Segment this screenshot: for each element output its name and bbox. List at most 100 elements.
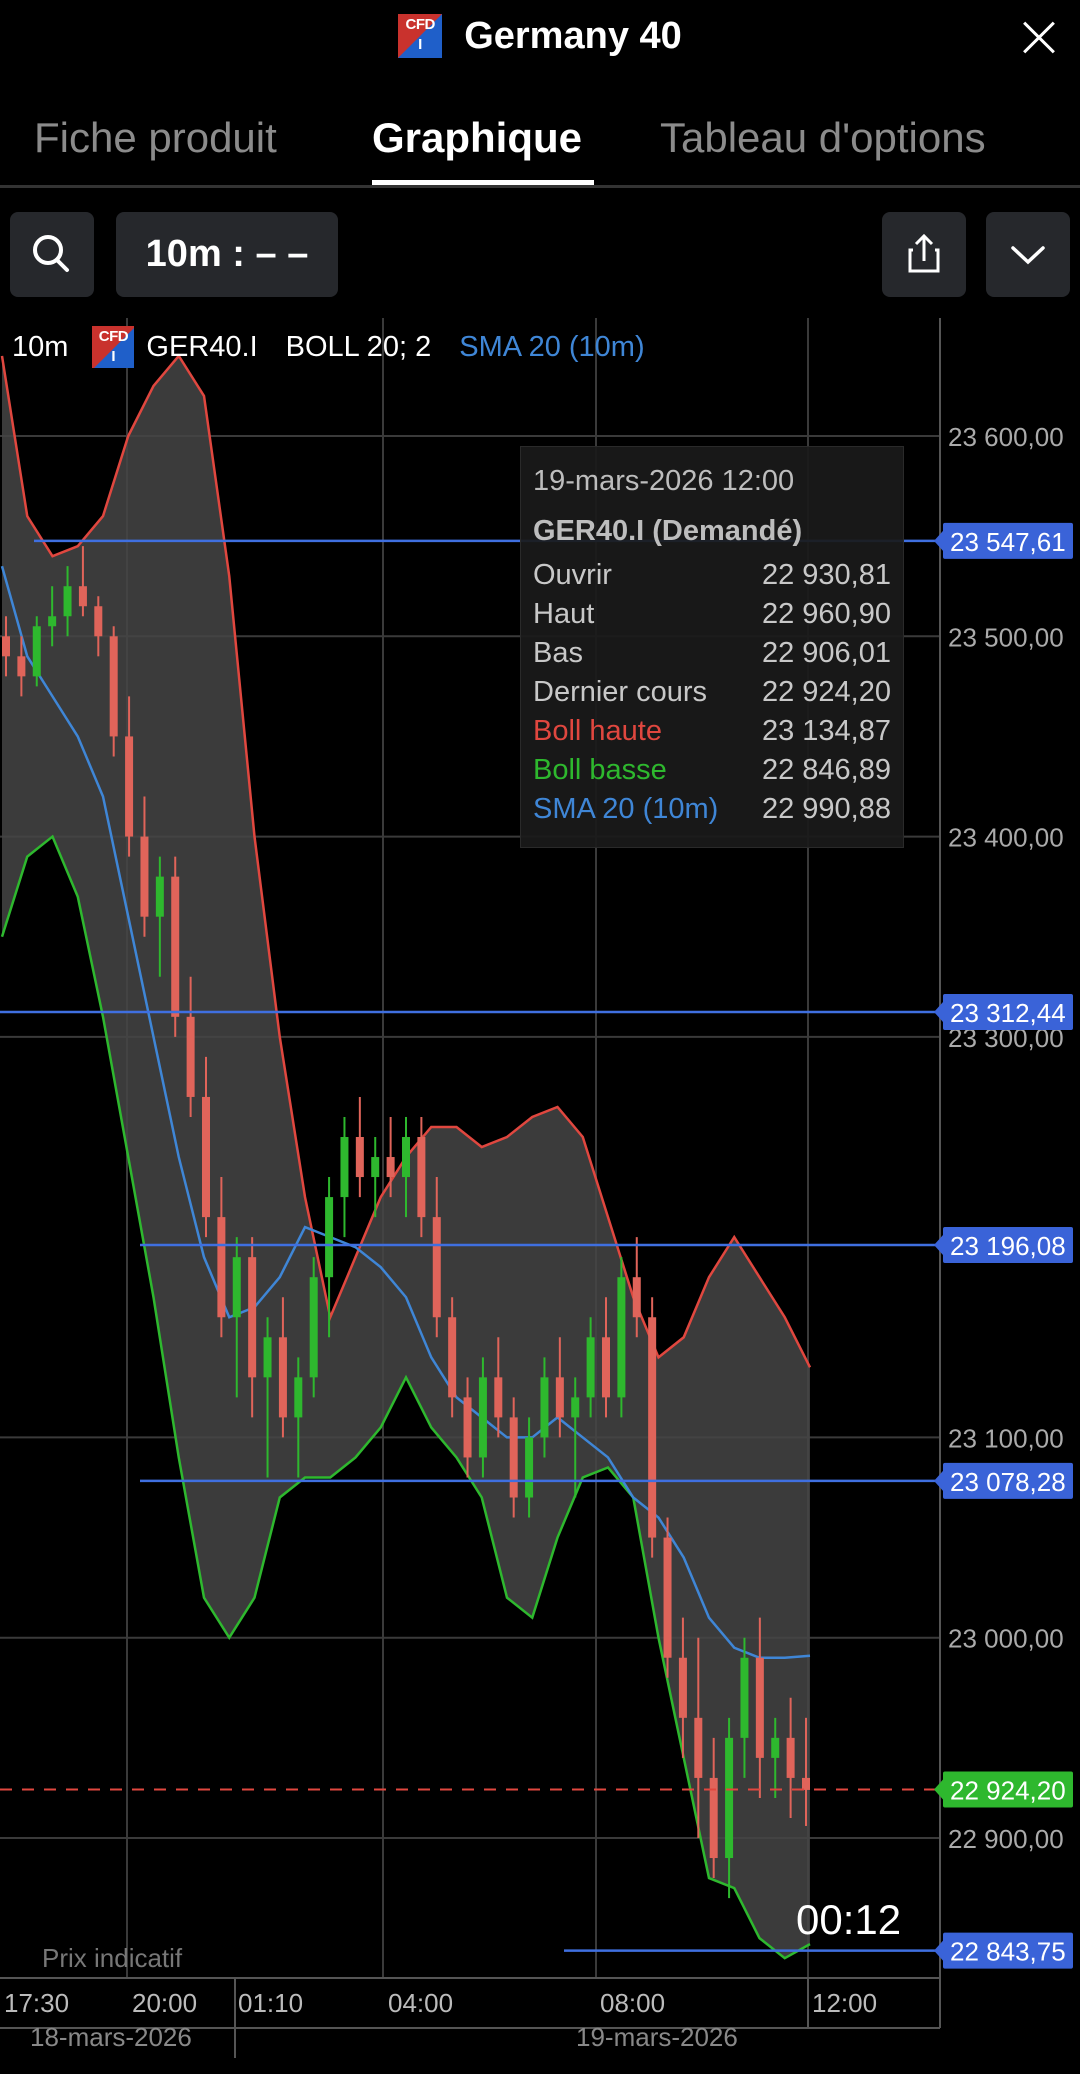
tooltip-row: Dernier cours 22 924,20 <box>533 676 891 708</box>
tooltip-row: Boll haute 23 134,87 <box>533 715 891 747</box>
cfd-logo-icon: CFD I <box>92 326 135 368</box>
time-axis-tick-label: 20:00 <box>132 1988 197 2018</box>
time-axis-tick-label: 17:30 <box>4 1988 69 2018</box>
share-button[interactable] <box>882 212 966 297</box>
level-tag-arrow <box>934 1001 943 1022</box>
candle-body <box>140 836 149 917</box>
time-axis-tick-label: 04:00 <box>388 1988 453 2018</box>
price-axis-tick-label: 22 900,00 <box>948 1824 1064 1854</box>
expand-button[interactable] <box>986 212 1070 297</box>
candle-body <box>463 1397 472 1458</box>
candle-body <box>555 1377 564 1418</box>
share-icon <box>908 233 940 273</box>
candle-body <box>202 1096 210 1218</box>
candle-body <box>678 1657 687 1718</box>
price-axis-tick-label: 23 500,00 <box>948 622 1064 652</box>
candle-body <box>278 1337 287 1418</box>
tab-fiche-produit[interactable]: Fiche produit <box>34 114 277 162</box>
level-price-label: 23 312,44 <box>950 998 1066 1028</box>
price-axis-tick-label: 23 400,00 <box>948 823 1064 853</box>
candle-body <box>571 1397 580 1418</box>
legend-sma[interactable]: SMA 20 (10m) <box>459 331 644 364</box>
cfd-logo-icon: CFD I <box>398 14 443 58</box>
candle-body <box>63 586 72 617</box>
candle-body <box>17 656 26 677</box>
page-title: Germany 40 <box>464 14 682 57</box>
candle-body <box>494 1377 503 1418</box>
candle-body <box>448 1317 457 1398</box>
level-price-label: 23 547,61 <box>950 527 1066 557</box>
candle-body <box>171 876 180 1017</box>
candle-body <box>525 1437 534 1498</box>
candle-body <box>725 1737 734 1859</box>
tooltip-symbol: GER40.I (Demandé) <box>533 515 803 547</box>
level-tag-arrow <box>934 1234 943 1255</box>
level-price-label: 23 196,08 <box>950 1231 1066 1261</box>
candle-body <box>740 1657 749 1738</box>
tooltip-row: Bas 22 906,01 <box>533 637 891 669</box>
candle-body <box>478 1377 487 1458</box>
level-price-label: 22 843,75 <box>950 1937 1066 1967</box>
candle-body <box>663 1537 672 1658</box>
search-icon <box>33 235 69 272</box>
candle-body <box>94 606 103 637</box>
candle-body <box>540 1377 549 1438</box>
date-axis-label: 19-mars-2026 <box>576 2022 738 2052</box>
candle-countdown: 00:12 <box>796 1896 902 1943</box>
interval-selector[interactable]: 10m : – – <box>116 212 338 297</box>
candle-body <box>432 1217 441 1318</box>
chart-legend: 10m CFD I GER40.I BOLL 20; 2 SMA 20 (10m) <box>12 326 645 368</box>
candle-body <box>248 1257 257 1378</box>
candle-body <box>78 586 87 607</box>
active-tab-indicator <box>372 180 594 185</box>
date-axis-label: 18-mars-2026 <box>30 2022 192 2052</box>
legend-interval: 10m <box>12 330 69 363</box>
candle-body <box>340 1137 349 1198</box>
tab-bar: Fiche produit Graphique Tableau d'option… <box>0 100 1080 188</box>
time-axis-tick-label: 12:00 <box>812 1988 877 2018</box>
candle-body <box>325 1197 334 1278</box>
candle-body <box>602 1337 610 1398</box>
candle-body <box>617 1277 626 1398</box>
candle-body <box>371 1157 380 1178</box>
candle-body <box>417 1137 426 1218</box>
candle-body <box>48 616 57 627</box>
price-axis-tick-label: 23 600,00 <box>948 422 1064 452</box>
level-tag-arrow <box>934 530 943 551</box>
candle-body <box>309 1277 318 1378</box>
title-wrap: CFD I Germany 40 <box>0 14 1080 58</box>
chevron-down-icon <box>1011 246 1045 265</box>
tab-tableau-options[interactable]: Tableau d'options <box>660 114 986 162</box>
last-price-label: 22 924,20 <box>950 1776 1066 1806</box>
time-axis-tick-label: 08:00 <box>600 1988 665 2018</box>
candle-body <box>786 1737 795 1778</box>
candle-body <box>386 1157 395 1178</box>
candle-body <box>802 1777 810 1790</box>
candle-body <box>648 1317 657 1538</box>
level-tag-arrow <box>934 1470 943 1491</box>
candle-body <box>586 1337 595 1398</box>
search-button[interactable] <box>10 212 94 297</box>
candle-body <box>155 876 164 917</box>
tooltip-row: SMA 20 (10m) 22 990,88 <box>533 793 891 825</box>
candle-body <box>694 1717 703 1778</box>
candle-body <box>632 1277 641 1318</box>
candle-body <box>771 1737 780 1758</box>
price-axis-tick-label: 23 100,00 <box>948 1423 1064 1453</box>
tooltip-date: 19-mars-2026 12:00 <box>533 465 795 497</box>
price-axis-tick-label: 23 000,00 <box>948 1624 1064 1654</box>
tab-graphique[interactable]: Graphique <box>372 114 582 162</box>
candle-body <box>125 736 134 837</box>
candle-body <box>755 1657 764 1758</box>
top-bar: CFD I Germany 40 <box>0 0 1080 80</box>
legend-boll[interactable]: BOLL 20; 2 <box>286 331 432 364</box>
tooltip-row: Ouvrir 22 930,81 <box>533 559 891 591</box>
level-tag-arrow <box>934 1940 943 1961</box>
close-icon[interactable] <box>1022 20 1056 54</box>
candle-body <box>509 1417 518 1498</box>
candle-body <box>263 1337 272 1378</box>
tooltip-row: Boll basse 22 846,89 <box>533 754 891 786</box>
candle-body <box>109 636 118 737</box>
legend-symbol: GER40.I <box>146 330 258 363</box>
candle-body <box>294 1377 303 1418</box>
